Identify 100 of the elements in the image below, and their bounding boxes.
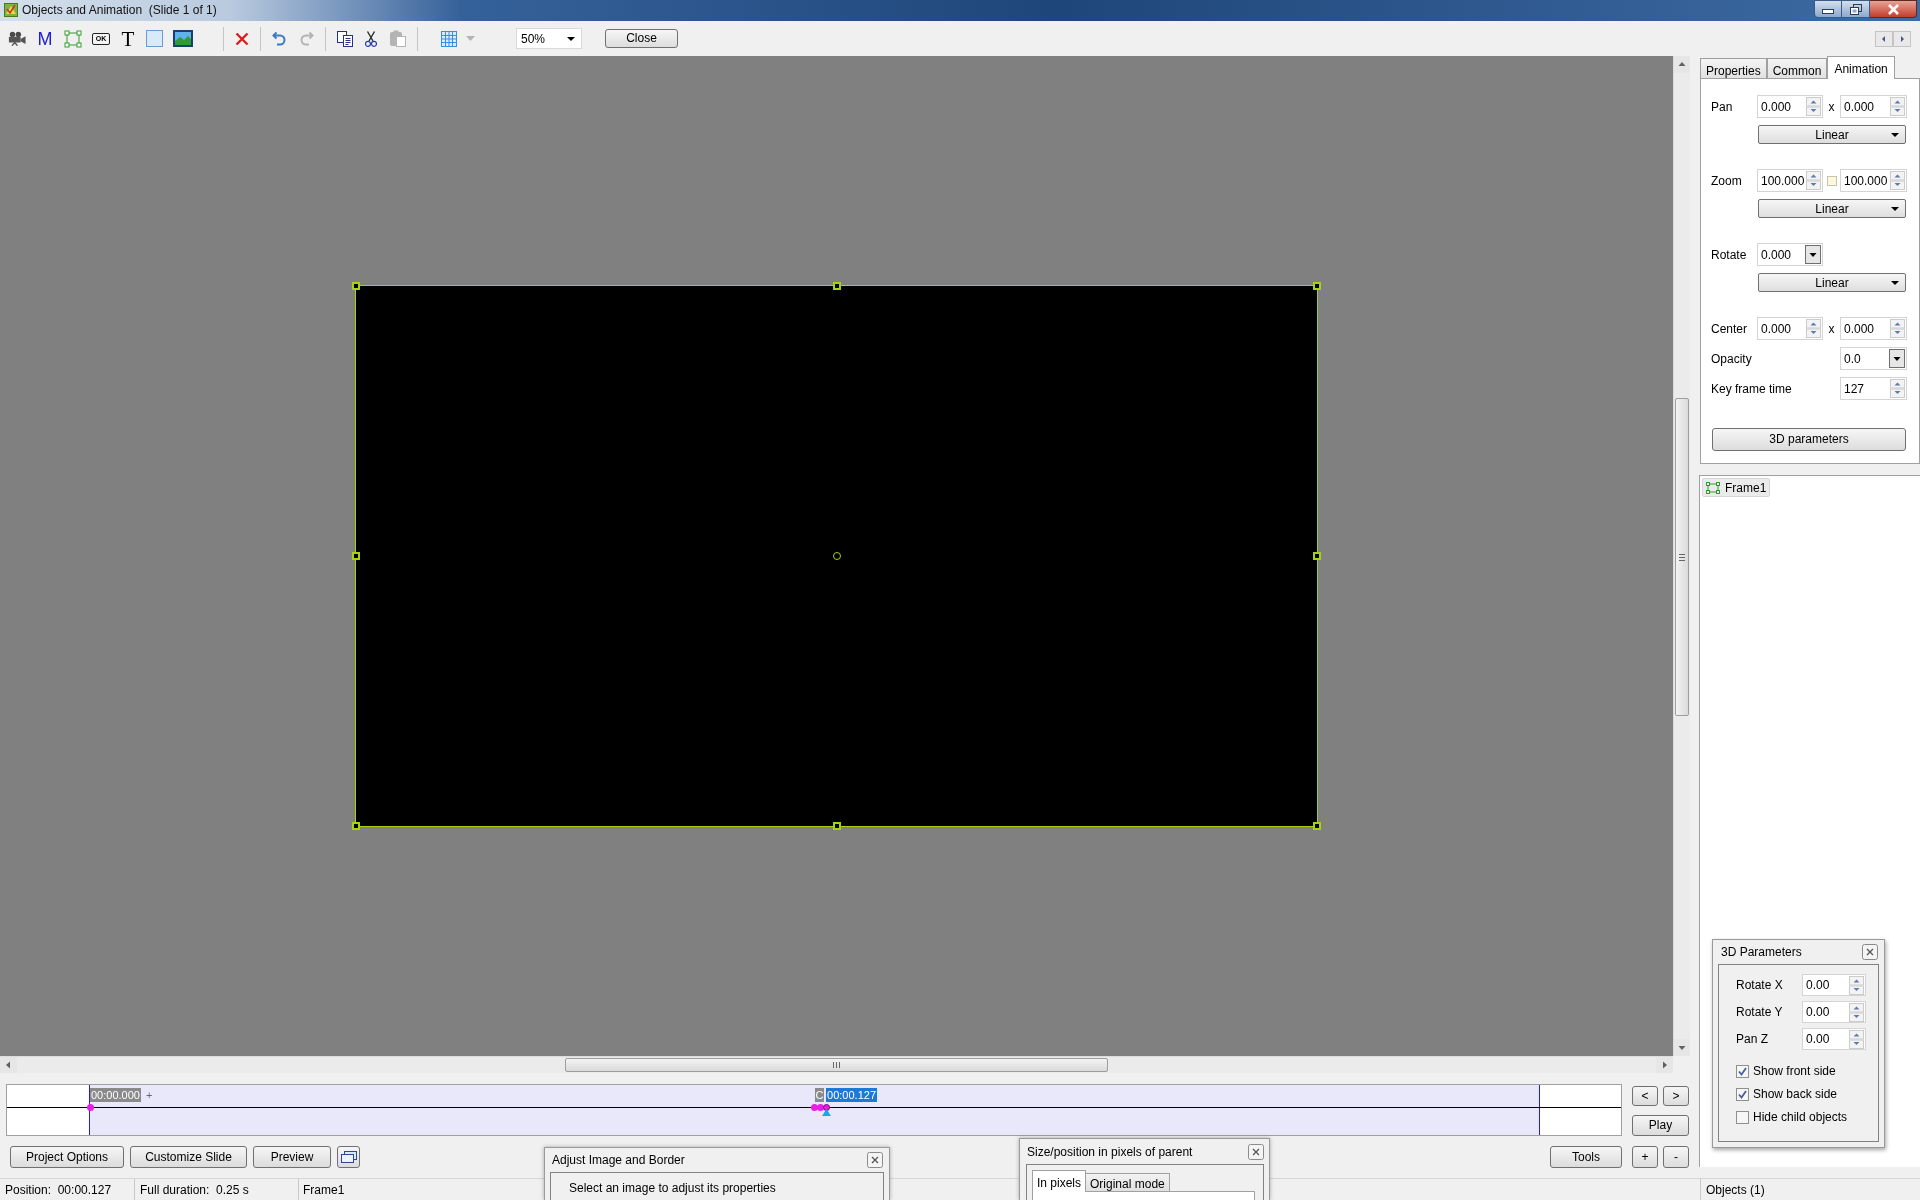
panel-tab[interactable]: Common	[1766, 58, 1828, 78]
resize-handle[interactable]	[832, 822, 841, 830]
spin-arrows-icon[interactable]	[1849, 976, 1864, 995]
delete-icon[interactable]	[235, 31, 249, 46]
scrollbar-thumb[interactable]	[1675, 398, 1689, 716]
resize-handle[interactable]	[1313, 282, 1321, 290]
window-title: Adjust Image and Border	[552, 1152, 685, 1169]
field-label: Rotate X	[1736, 977, 1784, 994]
checkbox[interactable]	[1736, 1064, 1749, 1078]
frame-icon[interactable]	[64, 29, 82, 48]
resize-handle[interactable]	[352, 282, 360, 290]
add-keyframe-mark[interactable]: +	[146, 1088, 153, 1102]
number-field[interactable]: 0.000	[1840, 317, 1907, 340]
resize-handle[interactable]	[352, 552, 360, 560]
number-field[interactable]: 0.00	[1802, 1001, 1866, 1023]
checkbox-label[interactable]: Show front side	[1753, 1062, 1836, 1080]
spin-arrows-icon[interactable]	[1890, 171, 1905, 190]
number-field[interactable]: 0.000	[1757, 317, 1823, 340]
close-button[interactable]: Close	[605, 29, 678, 48]
resize-handle[interactable]	[352, 822, 360, 830]
window-tab[interactable]: In pixels	[1032, 1170, 1087, 1192]
spin-arrows-icon[interactable]	[1849, 1030, 1864, 1049]
next-button[interactable]: >	[1663, 1086, 1689, 1106]
easing-dropdown[interactable]: Linear	[1758, 273, 1906, 292]
keyframe-marker[interactable]	[811, 1104, 818, 1111]
dropdown-arrow-icon	[1891, 207, 1899, 211]
spin-arrows-icon[interactable]	[1849, 1003, 1864, 1022]
number-field[interactable]: 0.000	[1757, 95, 1823, 118]
number-field[interactable]: 0.00	[1802, 974, 1866, 996]
keyframe-marker[interactable]	[816, 1104, 824, 1111]
number-field[interactable]: 100.000	[1757, 169, 1823, 192]
number-field[interactable]: 100.000	[1840, 169, 1907, 192]
dropdown-arrow-icon	[1891, 281, 1899, 285]
cut-icon[interactable]	[365, 30, 377, 47]
close-icon[interactable]	[1862, 944, 1878, 960]
vertical-scrollbar[interactable]	[1673, 56, 1690, 1056]
movie-camera-icon[interactable]	[8, 31, 26, 46]
object-list-item[interactable]: Frame1	[1702, 478, 1771, 497]
number-field[interactable]: 0.00	[1802, 1028, 1866, 1050]
previous-button[interactable]: <	[1632, 1086, 1658, 1106]
keyframe-marker[interactable]	[86, 1104, 94, 1111]
field-label: Pan Z	[1736, 1031, 1769, 1048]
easing-dropdown[interactable]: Linear	[1758, 199, 1906, 218]
restore-button[interactable]	[1842, 0, 1870, 18]
checkbox[interactable]	[1736, 1087, 1749, 1101]
undo-icon[interactable]	[272, 31, 286, 46]
spin-arrows-icon[interactable]	[1890, 97, 1905, 116]
checkbox-label[interactable]: Hide child objects	[1753, 1108, 1848, 1126]
close-icon[interactable]	[867, 1152, 883, 1168]
letter-t-icon[interactable]: T	[120, 28, 136, 49]
landscape-picture-icon[interactable]	[173, 30, 193, 47]
number-field[interactable]: 127	[1840, 377, 1907, 400]
resize-handle[interactable]	[1313, 552, 1321, 560]
window-tab[interactable]: Original mode	[1086, 1173, 1170, 1191]
resize-handle[interactable]	[832, 282, 841, 290]
panel-tab[interactable]: Properties	[1700, 58, 1767, 78]
copy-icon[interactable]	[337, 30, 353, 47]
resize-handle[interactable]	[1313, 822, 1321, 830]
project-options-button[interactable]: Project Options	[10, 1146, 124, 1168]
spin-arrows-icon[interactable]	[1806, 171, 1821, 190]
remove-button[interactable]: -	[1663, 1146, 1689, 1168]
window-close-button[interactable]	[1870, 0, 1917, 18]
separator-text: x	[1827, 320, 1836, 338]
window-toggle-button[interactable]	[337, 1146, 360, 1168]
combo-field[interactable]: 0.000	[1757, 243, 1823, 266]
scrollbar-thumb[interactable]	[565, 1058, 1108, 1072]
spin-arrows-icon[interactable]	[1806, 319, 1821, 338]
minimize-button[interactable]	[1814, 0, 1842, 18]
status-text: Objects (1)	[1706, 1181, 1765, 1199]
field-label: Pan	[1711, 98, 1734, 116]
zoom-dropdown[interactable]: 50%	[516, 28, 582, 49]
keyframe-time-label: C	[814, 1088, 825, 1102]
status-text: Frame1	[303, 1181, 345, 1199]
checkbox-label[interactable]: Show back side	[1753, 1085, 1838, 1103]
close-icon[interactable]	[1248, 1143, 1264, 1160]
checkbox[interactable]	[1736, 1110, 1749, 1124]
play-button[interactable]: Play	[1632, 1115, 1689, 1136]
restore-icon	[1849, 3, 1862, 15]
grip-icon	[833, 1062, 840, 1068]
preview-button[interactable]: Preview	[253, 1146, 331, 1168]
panel-tab[interactable]: Animation	[1827, 56, 1895, 79]
letter-m-icon[interactable]: M	[36, 28, 54, 49]
spin-arrows-icon[interactable]	[1890, 379, 1905, 398]
spin-arrows-icon[interactable]	[1806, 97, 1821, 116]
link-checkbox[interactable]	[1826, 175, 1837, 186]
field-label: Rotate	[1711, 246, 1748, 264]
add-button[interactable]: +	[1632, 1146, 1658, 1168]
customize-slide-button[interactable]: Customize Slide	[130, 1146, 247, 1168]
parameters-3d-button[interactable]: 3D parameters	[1712, 428, 1906, 451]
combo-field[interactable]: 0.0	[1840, 347, 1907, 370]
grid-icon[interactable]	[441, 30, 457, 47]
keyframe-time-label: 00:00.127	[826, 1088, 877, 1102]
horizontal-scrollbar[interactable]	[0, 1056, 1673, 1073]
spin-arrows-icon[interactable]	[1890, 319, 1905, 338]
timeline-track[interactable]: 00:00.000 C 00:00.127 +	[89, 1085, 1540, 1135]
number-field[interactable]: 0.000	[1840, 95, 1907, 118]
easing-dropdown[interactable]: Linear	[1758, 125, 1906, 144]
window-title: Objects and Animation (Slide 1 of 1)	[22, 2, 217, 18]
minimize-icon	[1822, 9, 1834, 14]
tools-button[interactable]: Tools	[1550, 1146, 1622, 1168]
